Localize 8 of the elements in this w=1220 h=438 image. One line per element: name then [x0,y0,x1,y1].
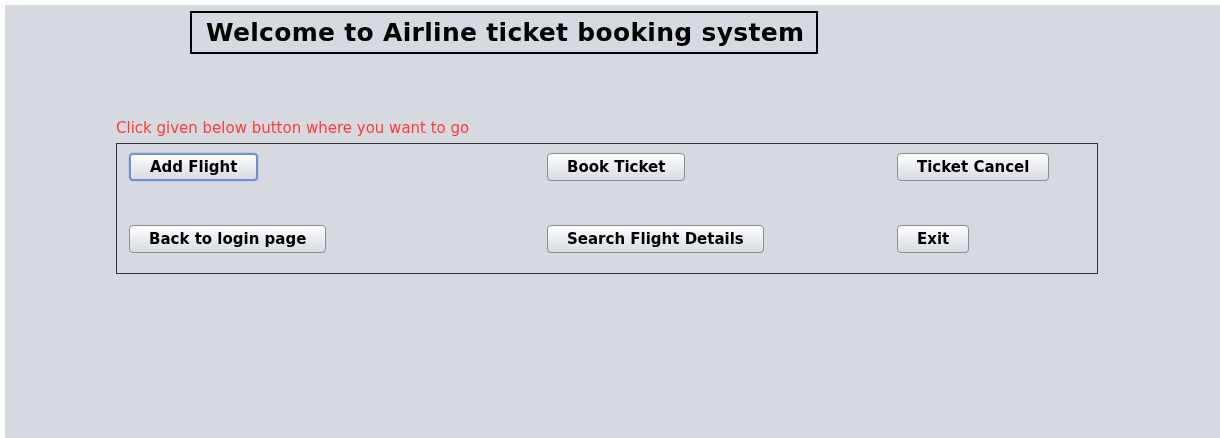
nav-button[interactable]: Exit [897,225,970,253]
nav-button[interactable]: Book Ticket [547,153,686,181]
page-title: Welcome to Airline ticket booking system [190,11,819,54]
instruction-text: Click given below button where you want to go [116,119,471,139]
nav-button[interactable]: Search Flight Details [547,225,764,253]
nav-button[interactable]: Ticket Cancel [897,153,1050,181]
nav-button[interactable]: Back to login page [129,225,327,253]
nav-button[interactable]: Add Flight [129,153,259,181]
